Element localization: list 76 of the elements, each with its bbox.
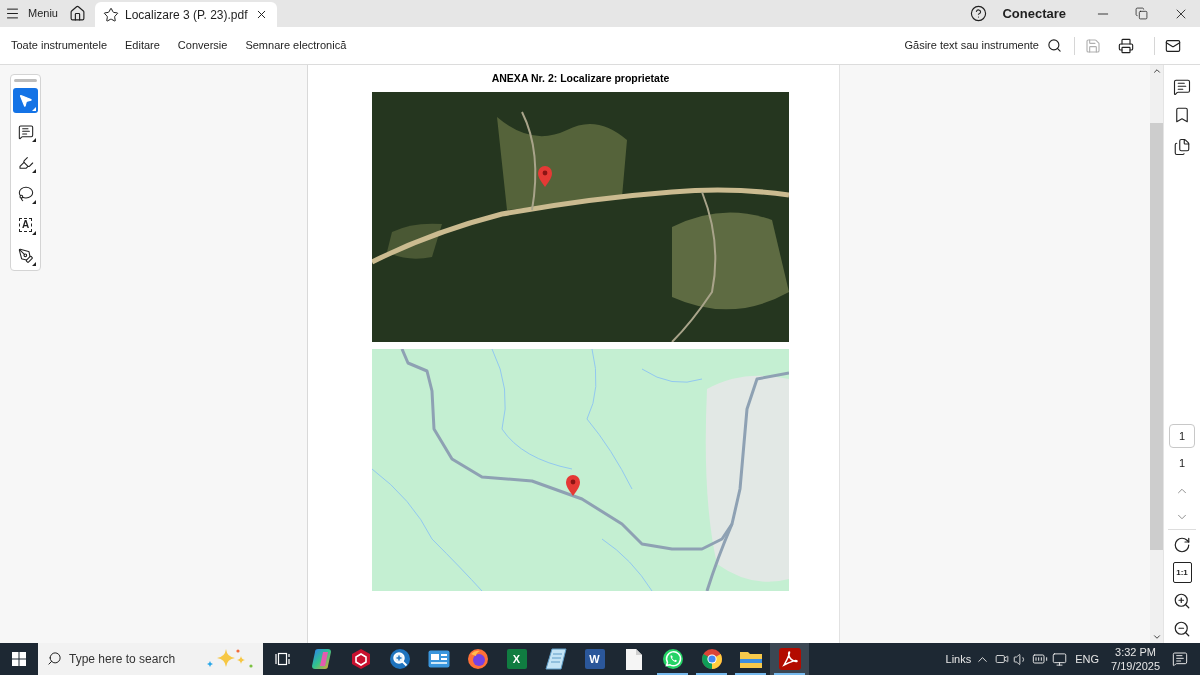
mail-icon[interactable]: [1164, 37, 1181, 54]
fit-page-icon[interactable]: 1:1: [1172, 562, 1192, 583]
corner-triangle-icon: [32, 169, 36, 173]
links-label[interactable]: Links: [945, 650, 972, 668]
comment-icon[interactable]: [1173, 78, 1191, 96]
scroll-down-icon[interactable]: [1151, 632, 1162, 642]
location-pin-icon: [538, 166, 552, 187]
sign-in-button[interactable]: Conectare: [1002, 3, 1066, 24]
notification-icon[interactable]: [1172, 651, 1188, 667]
corner-triangle-icon: [32, 138, 36, 142]
clock-time[interactable]: 3:32 PM: [1115, 645, 1156, 659]
bookmark-icon[interactable]: [1173, 106, 1191, 124]
menu-icon: [5, 6, 20, 21]
menu-item[interactable]: Editare: [125, 37, 160, 54]
taskbar-button[interactable]: [770, 643, 809, 675]
fox-globe-icon: [466, 648, 489, 670]
drag-handle[interactable]: [14, 79, 37, 82]
folder-icon: [739, 650, 762, 668]
scroll-up-icon[interactable]: [1151, 66, 1162, 76]
pages-icon[interactable]: [1173, 138, 1191, 156]
close-icon[interactable]: [255, 8, 268, 21]
corner-triangle-icon: [32, 107, 36, 111]
corner-triangle-icon: [32, 200, 36, 204]
zoom-in-icon[interactable]: [1173, 592, 1191, 610]
highlighter-icon: [17, 154, 34, 171]
task-view-icon[interactable]: [274, 652, 291, 666]
taskbar-button[interactable]: W: [575, 643, 614, 675]
multicolor-swirl-icon: [310, 648, 333, 670]
print-icon[interactable]: [1117, 37, 1134, 54]
pen-nib-icon: [17, 247, 34, 264]
menu-item[interactable]: Semnare electronică: [245, 37, 347, 54]
chat-phone-icon: [661, 648, 684, 670]
page-count: 1: [1178, 456, 1186, 471]
document-tab[interactable]: Localizare 3 (P. 23).pdf: [95, 2, 277, 27]
browser-circle-icon: [700, 648, 723, 670]
window-app-icon: [427, 650, 450, 668]
taskbar-button[interactable]: X: [497, 643, 536, 675]
select-tool-button[interactable]: [13, 88, 38, 113]
search-icon: [47, 651, 62, 666]
spreadsheet-icon: X: [506, 649, 527, 669]
menu-item[interactable]: Toate instrumentele: [11, 37, 107, 54]
rotate-icon[interactable]: [1173, 536, 1191, 554]
page-heading: ANEXA Nr. 2: Localizare proprietate: [491, 71, 670, 85]
help-icon[interactable]: [970, 5, 988, 22]
menu-item[interactable]: Conversie: [177, 37, 228, 54]
word-processor-icon: W: [584, 649, 605, 669]
clock-date[interactable]: 7/19/2025: [1111, 659, 1160, 673]
location-pin-icon: [566, 475, 580, 496]
restore-icon[interactable]: [1135, 7, 1148, 20]
hexagon-app-icon: [349, 648, 372, 670]
pointer-icon: [18, 93, 33, 108]
language-indicator[interactable]: ENG: [1075, 650, 1100, 668]
network-icon[interactable]: [1052, 651, 1068, 667]
blank-page-icon: [625, 648, 642, 670]
page-number-field[interactable]: 1: [1169, 424, 1195, 448]
start-icon[interactable]: [12, 652, 26, 666]
corner-triangle-icon: [32, 262, 36, 266]
scrollbar[interactable]: [1150, 65, 1163, 643]
find-button[interactable]: Găsire text sau instrumente: [904, 37, 1062, 54]
search-icon: [1047, 38, 1062, 53]
home-icon[interactable]: [68, 5, 86, 22]
comment-icon: [17, 123, 34, 140]
camera-icon[interactable]: [995, 652, 1010, 666]
menu-button[interactable]: Meniu: [0, 0, 62, 27]
text-select-icon: A: [18, 217, 33, 232]
slanted-page-icon: [544, 648, 567, 670]
text-select-tool-button[interactable]: A: [13, 212, 38, 237]
battery-icon[interactable]: [1032, 651, 1049, 667]
taskbar-search-field[interactable]: Type here to search: [38, 643, 263, 675]
zoom-out-icon[interactable]: [1173, 620, 1191, 638]
pdf-app-icon: [778, 648, 801, 670]
magnifier-plus-icon: [388, 648, 411, 670]
corner-triangle-icon: [32, 231, 36, 235]
lasso-icon: [17, 185, 34, 202]
scrollbar-thumb[interactable]: [1150, 123, 1163, 550]
star-icon[interactable]: [103, 6, 119, 23]
